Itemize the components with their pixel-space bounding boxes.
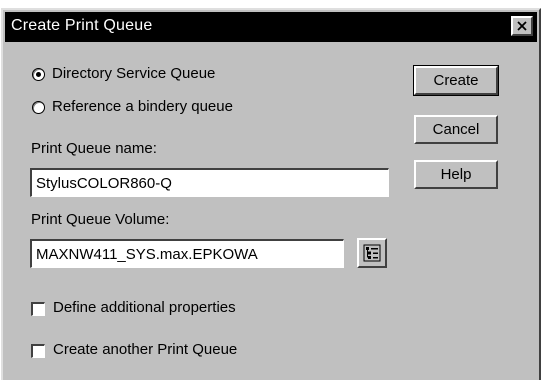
queue-name-label: Print Queue name: xyxy=(31,140,157,157)
directory-browse-icon xyxy=(363,244,381,262)
define-properties-checkbox[interactable] xyxy=(31,302,45,316)
queue-volume-field[interactable]: MAXNW411_SYS.max.EPKOWA xyxy=(30,239,344,268)
directory-service-queue-radio[interactable] xyxy=(32,68,45,81)
dialog-title: Create Print Queue xyxy=(11,17,153,34)
define-properties-label[interactable]: Define additional properties xyxy=(53,299,236,316)
bindery-queue-label[interactable]: Reference a bindery queue xyxy=(52,98,233,115)
queue-name-field[interactable]: StylusCOLOR860-Q xyxy=(30,168,389,197)
directory-service-queue-label[interactable]: Directory Service Queue xyxy=(52,65,215,82)
queue-volume-label: Print Queue Volume: xyxy=(31,211,170,228)
browse-volume-button[interactable] xyxy=(357,238,387,268)
radio-selected-dot xyxy=(36,72,41,77)
bindery-queue-radio[interactable] xyxy=(32,101,45,114)
create-button[interactable]: Create xyxy=(413,65,499,96)
help-button[interactable]: Help xyxy=(414,160,498,189)
close-button[interactable] xyxy=(511,16,533,36)
cancel-button[interactable]: Cancel xyxy=(414,115,498,144)
title-bar: Create Print Queue xyxy=(5,12,537,42)
close-icon xyxy=(517,21,527,31)
create-another-checkbox[interactable] xyxy=(31,344,45,358)
create-another-label[interactable]: Create another Print Queue xyxy=(53,341,237,358)
